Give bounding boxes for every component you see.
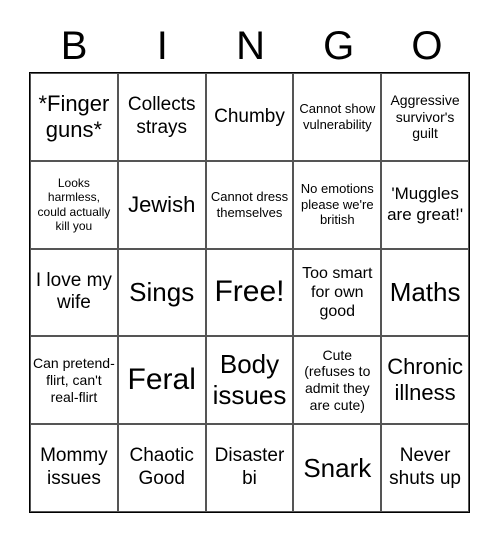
bingo-cell[interactable]: Aggressive survivor's guilt [381, 73, 469, 161]
cell-text: Can pretend-flirt, can't real-flirt [33, 355, 115, 405]
free-space[interactable]: Free! [205, 248, 294, 337]
bingo-cell[interactable]: Collects strays [117, 73, 206, 161]
bingo-header: B I N G O [30, 20, 471, 72]
bingo-cell[interactable]: 'Muggles are great!' [381, 160, 469, 249]
bingo-cell[interactable]: Never shuts up [381, 424, 469, 512]
cell-text: Chaotic Good [129, 445, 194, 490]
cell-text: Feral [127, 363, 196, 397]
bingo-cell[interactable]: Body issues [205, 336, 294, 425]
cell-text: Jewish [128, 191, 196, 217]
bingo-cell[interactable]: Feral [117, 336, 206, 425]
bingo-cell[interactable]: Looks harmless, could actually kill you [30, 160, 118, 249]
header-letter-b: B [60, 24, 88, 68]
bingo-cell[interactable]: Chaotic Good [117, 424, 206, 512]
cell-text: 'Muggles are great!' [387, 184, 464, 224]
cell-text: Too smart for own good [302, 264, 373, 321]
cell-text: Aggressive survivor's guilt [390, 91, 460, 142]
cell-text: *Finger guns* [38, 90, 110, 142]
header-letter-n: N [236, 24, 265, 68]
cell-text: No emotions please we're british [300, 181, 374, 228]
cell-text: Snark [303, 452, 372, 483]
bingo-cell[interactable]: Can pretend-flirt, can't real-flirt [30, 336, 118, 425]
cell-text: Collects strays [127, 94, 196, 138]
bingo-cell[interactable]: Cannot dress themselves [205, 160, 294, 249]
header-letter-g: G [323, 24, 355, 68]
bingo-cell[interactable]: Jewish [117, 160, 206, 249]
bingo-cell[interactable]: Snark [293, 424, 382, 512]
cell-text: Never shuts up [389, 445, 461, 490]
bingo-cell[interactable]: Chumby [205, 73, 294, 161]
bingo-card: *Finger guns* Collects strays Chumby Can… [29, 72, 470, 513]
cell-text: Chronic illness [387, 353, 463, 406]
bingo-cell[interactable]: Mommy issues [30, 424, 118, 512]
cell-text: Maths [389, 276, 461, 307]
header-letter-i: I [156, 24, 168, 68]
cell-text: Mommy issues [40, 445, 108, 490]
cell-text: Chumby [214, 105, 285, 127]
header-letter-o: O [411, 24, 443, 68]
bingo-cell[interactable]: Cannot show vulnerability [293, 73, 382, 161]
bingo-cell[interactable]: Too smart for own good [293, 248, 382, 337]
cell-text: Disaster bi [214, 445, 285, 490]
cell-text: Cannot dress themselves [210, 189, 289, 220]
cell-text: Looks harmless, could actually kill you [37, 175, 111, 234]
bingo-cell[interactable]: Chronic illness [381, 336, 469, 425]
bingo-cell[interactable]: Cute (refuses to admit they are cute) [293, 336, 382, 425]
cell-text: Free! [214, 275, 285, 309]
bingo-cell[interactable]: Disaster bi [205, 424, 294, 512]
cell-text: Cannot show vulnerability [299, 101, 376, 132]
cell-text: Sings [129, 276, 195, 307]
cell-text: I love my wife [35, 269, 112, 314]
bingo-cell[interactable]: I love my wife [30, 248, 118, 337]
cell-text: Body issues [212, 349, 287, 411]
cell-text: Cute (refuses to admit they are cute) [304, 346, 371, 414]
bingo-cell[interactable]: Maths [381, 248, 469, 337]
bingo-cell[interactable]: Sings [117, 248, 206, 337]
bingo-cell[interactable]: No emotions please we're british [293, 160, 382, 249]
bingo-cell[interactable]: *Finger guns* [30, 73, 118, 161]
